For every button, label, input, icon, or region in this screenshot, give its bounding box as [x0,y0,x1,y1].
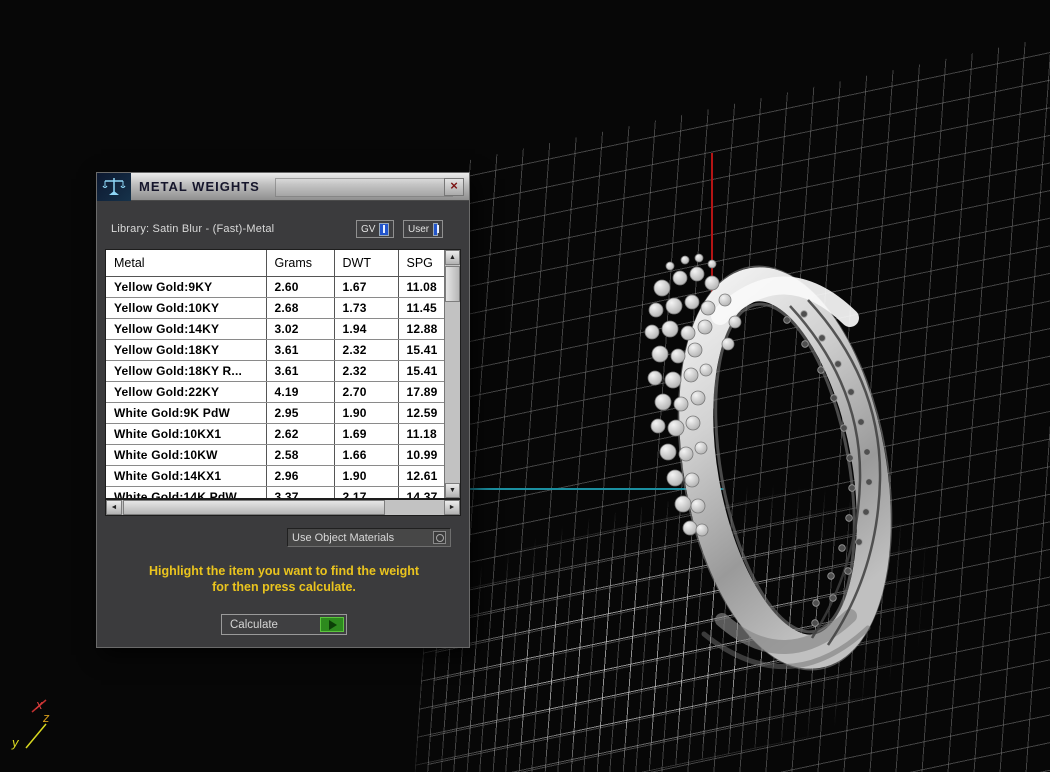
table-row[interactable]: Yellow Gold:18KY 3.61 2.32 15.41 [106,339,446,361]
metals-table: Metal Grams DWT SPG Yellow Gold:9KY 2.60 1… [106,250,446,498]
instruction-text: Highlight the item you want to find the … [97,563,471,595]
calculate-button[interactable]: Calculate [221,614,347,635]
user-button-label: User [408,223,430,235]
scroll-left-button[interactable]: ◄ [106,500,122,515]
table-header-row: Metal Grams DWT SPG [106,250,446,277]
table-row[interactable]: White Gold:14K PdW 3.37 2.17 14.37 [106,486,446,498]
table-row[interactable]: White Gold:9K PdW 2.95 1.90 12.59 [106,402,446,424]
table-row[interactable]: White Gold:14KX1 2.96 1.90 12.61 [106,465,446,487]
column-header-grams: Grams [266,250,335,277]
user-indicator-icon [433,222,439,236]
horizontal-scroll-thumb[interactable] [123,500,385,515]
table-row[interactable]: White Gold:10KX1 2.62 1.69 11.18 [106,423,446,445]
gv-indicator-icon [379,222,389,236]
viewport-background[interactable]: x z y METAL WEIGHTS × Library: Satin Blu… [0,0,1050,772]
column-header-dwt: DWT [334,250,399,277]
axis-label-x: x [35,697,43,712]
axis-gizmo: x z y [11,697,50,750]
axis-label-y: y [11,735,20,750]
vertical-scroll-track[interactable] [445,303,460,483]
scale-icon [97,172,131,201]
materials-dropdown-value: Use Object Materials [292,531,395,544]
table-row[interactable]: Yellow Gold:14KY 3.02 1.94 12.88 [106,318,446,340]
horizontal-scrollbar[interactable]: ◄ ► [105,499,461,516]
library-label: Library: Satin Blur - (Fast)-Metal [111,223,275,235]
play-icon [320,617,344,632]
axis-label-z: z [42,710,50,725]
horizontal-scroll-track[interactable] [386,500,444,515]
scroll-right-button[interactable]: ► [444,500,460,515]
calculate-button-label: Calculate [230,618,278,631]
table-row[interactable]: Yellow Gold:22KY 4.19 2.70 17.89 [106,381,446,403]
dropdown-indicator-icon [433,531,446,544]
materials-dropdown[interactable]: Use Object Materials [287,528,451,547]
instruction-line-1: Highlight the item you want to find the … [148,564,420,578]
column-header-metal: Metal [106,250,267,277]
user-button[interactable]: User [403,220,443,238]
instruction-line-2: for then press calculate. [212,580,356,594]
scroll-up-button[interactable]: ▲ [445,250,460,265]
metals-table-container: Metal Grams DWT SPG Yellow Gold:9KY 2.60 1… [105,249,461,499]
close-button[interactable]: × [444,178,464,196]
table-row[interactable]: White Gold:10KW 2.58 1.66 10.99 [106,444,446,466]
table-row[interactable]: Yellow Gold:18KY R... 3.61 2.32 15.41 [106,360,446,382]
ring-model[interactable] [600,230,920,690]
table-row[interactable]: Yellow Gold:9KY 2.60 1.67 11.08 [106,276,446,298]
scroll-down-button[interactable]: ▼ [445,483,460,498]
metal-weights-dialog: METAL WEIGHTS × Library: Satin Blur - (F… [96,172,470,648]
vertical-scroll-thumb[interactable] [445,266,460,302]
gv-button[interactable]: GV [356,220,394,238]
gv-button-label: GV [361,223,376,235]
vertical-scrollbar[interactable]: ▲ ▼ [444,250,460,498]
dialog-titlebar[interactable]: METAL WEIGHTS × [97,172,469,201]
table-row[interactable]: Yellow Gold:10KY 2.68 1.73 11.45 [106,297,446,319]
column-header-spg: SPG [398,250,446,277]
titlebar-panel [275,178,453,197]
dialog-title: METAL WEIGHTS [139,179,260,194]
